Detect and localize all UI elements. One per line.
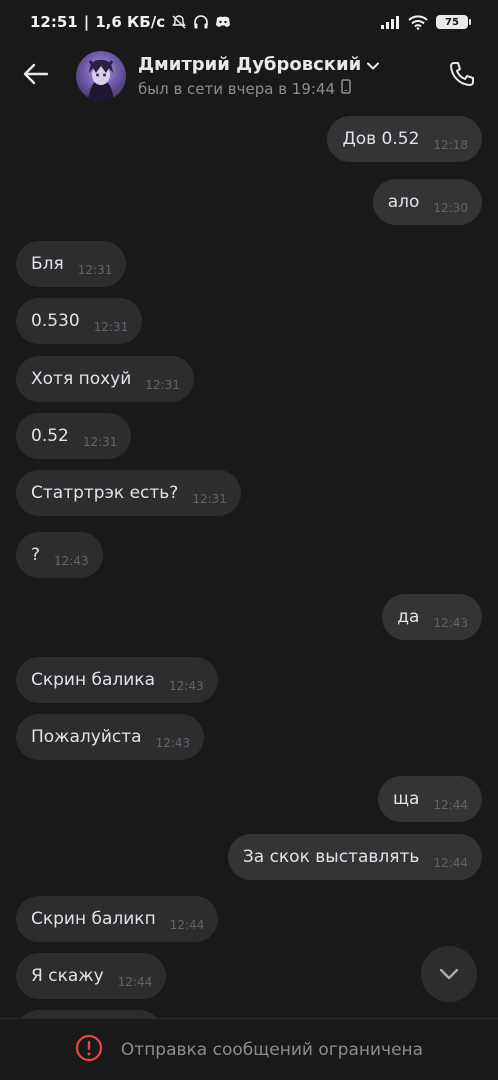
message-time: 12:43 <box>54 554 89 568</box>
message-bubble[interactable]: Дов 0.52 12:18 <box>327 116 482 162</box>
mobile-phone-icon <box>341 79 351 98</box>
message-time: 12:43 <box>433 616 468 630</box>
message-bubble[interactable]: да 12:43 <box>382 594 482 640</box>
message-text: ало <box>387 192 420 212</box>
message-text: 0.530 <box>31 311 80 331</box>
status-right: 75 <box>380 14 471 30</box>
message-time: 12:30 <box>433 201 468 215</box>
message-bubble[interactable]: Я скажу 12:44 <box>16 953 167 999</box>
message-bubble[interactable]: 0.530 12:31 <box>16 298 143 344</box>
status-separator: | <box>83 13 90 31</box>
message-restricted-bar: Отправка сообщений ограничена <box>0 1018 498 1080</box>
message-bubble-partial[interactable] <box>16 1010 162 1018</box>
message-text: ? <box>31 545 41 565</box>
message-time: 12:43 <box>169 679 204 693</box>
message-bubble[interactable]: ща 12:44 <box>377 776 482 822</box>
avatar[interactable] <box>76 51 126 101</box>
message-list[interactable]: Дов 0.52 12:18 ало 12:30 Бля 12:31 0.530… <box>0 108 498 1018</box>
last-seen-row: был в сети вчера в 19:44 <box>138 79 430 98</box>
message-time: 12:31 <box>145 378 180 392</box>
warning-icon <box>75 1034 103 1066</box>
status-left: 12:51 | 1,6 КБ/с <box>30 13 231 31</box>
message-bubble[interactable]: ало 12:30 <box>372 179 482 225</box>
message-time: 12:31 <box>192 492 227 506</box>
message-bubble[interactable]: Статртрэк есть? 12:31 <box>16 470 241 516</box>
chevron-down-icon <box>439 965 459 984</box>
message-text: да <box>397 607 420 627</box>
message-text: Скрин баликп <box>31 909 156 929</box>
message-bubble[interactable]: Пожалуйста 12:43 <box>16 714 205 760</box>
message-time: 12:44 <box>433 798 468 812</box>
arrow-left-icon <box>23 63 49 89</box>
message-bubble[interactable]: Бля 12:31 <box>16 241 127 287</box>
contact-name: Дмитрий Дубровский <box>138 54 362 75</box>
call-button[interactable] <box>430 44 494 108</box>
message-text: Бля <box>31 254 64 274</box>
message-time: 12:44 <box>169 918 205 932</box>
message-text: Скрин балика <box>31 670 155 690</box>
message-text: Я скажу <box>31 966 104 986</box>
headphones-icon <box>193 14 209 30</box>
message-text: За скок выставлять <box>242 847 420 867</box>
discord-icon <box>215 15 231 29</box>
message-time: 12:31 <box>93 320 129 334</box>
message-bubble[interactable]: 0.52 12:31 <box>16 413 132 459</box>
message-time: 12:44 <box>433 856 468 870</box>
last-seen-status: был в сети вчера в 19:44 <box>138 79 336 98</box>
message-time: 12:31 <box>82 435 118 449</box>
message-text: 0.52 <box>31 426 69 446</box>
message-bubble[interactable]: За скок выставлять 12:44 <box>227 834 482 880</box>
battery-icon: 75 <box>436 15 471 29</box>
network-speed: 1,6 КБ/с <box>95 13 166 31</box>
signal-icon <box>380 15 400 29</box>
status-time: 12:51 <box>30 13 78 31</box>
bell-off-icon <box>171 14 187 30</box>
chat-header: Дмитрий Дубровский был в сети вчера в 19… <box>0 44 498 108</box>
chevron-down-icon <box>367 55 380 74</box>
message-text: Дов 0.52 <box>342 129 420 149</box>
header-text[interactable]: Дмитрий Дубровский был в сети вчера в 19… <box>138 54 430 98</box>
message-text: Хотя похуй <box>31 369 132 389</box>
message-bubble[interactable]: ? 12:43 <box>16 532 103 578</box>
back-button[interactable] <box>0 44 72 108</box>
scroll-down-button[interactable] <box>421 946 477 1002</box>
message-text: Статртрэк есть? <box>31 483 179 503</box>
phone-icon <box>448 60 476 92</box>
message-time: 12:18 <box>433 138 468 152</box>
message-bubble[interactable]: Скрин баликп 12:44 <box>16 896 219 942</box>
message-text: Пожалуйста <box>31 727 142 747</box>
contact-name-row: Дмитрий Дубровский <box>138 54 430 75</box>
message-time: 12:43 <box>155 736 191 750</box>
message-time: 12:44 <box>117 975 153 989</box>
message-text: ща <box>392 789 420 809</box>
wifi-icon <box>408 14 428 30</box>
restricted-text: Отправка сообщений ограничена <box>120 1039 424 1060</box>
message-bubble[interactable]: Хотя похуй 12:31 <box>16 356 194 402</box>
message-time: 12:31 <box>77 263 113 277</box>
message-bubble[interactable]: Скрин балика 12:43 <box>16 657 218 703</box>
status-bar: 12:51 | 1,6 КБ/с 75 <box>0 0 498 44</box>
